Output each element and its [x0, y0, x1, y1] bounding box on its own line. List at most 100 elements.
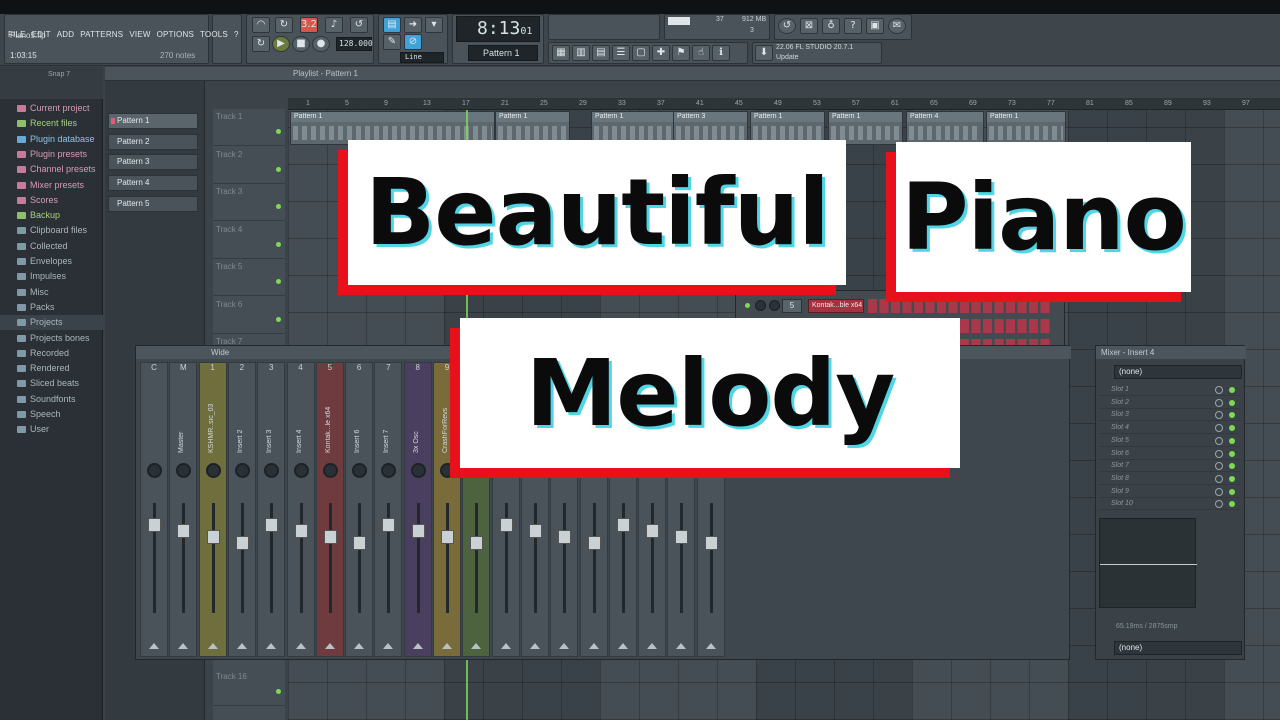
help-icon[interactable]: ? — [844, 18, 862, 34]
mixer-strip[interactable]: 3 Insert 3 — [257, 362, 286, 657]
volume-fader-track[interactable] — [709, 503, 713, 613]
snap-select[interactable]: Line — [400, 52, 444, 63]
channel-row[interactable]: 5 Kontak...ble x64 — [740, 297, 1056, 315]
channel-name-button[interactable]: Kontak...ble x64 — [808, 299, 864, 313]
route-arrow-icon[interactable] — [617, 643, 628, 649]
effect-slot[interactable]: Slot 5 — [1099, 435, 1241, 447]
pan-knob[interactable] — [410, 463, 426, 478]
track-enabled-led[interactable] — [276, 204, 281, 209]
channel-led[interactable] — [745, 303, 750, 308]
volume-fader-track[interactable] — [592, 503, 596, 613]
volume-fader-track[interactable] — [651, 503, 655, 613]
menu-item-options[interactable]: OPTIONS — [157, 30, 194, 42]
playlist-icon[interactable]: ▦ — [552, 45, 570, 61]
track-enabled-led[interactable] — [276, 129, 281, 134]
pan-knob[interactable] — [264, 463, 280, 478]
volume-fader-handle[interactable] — [616, 518, 630, 532]
mixer-strip[interactable]: 5 Kontak...le x64 — [315, 362, 344, 657]
slot-mix-knob[interactable] — [1215, 398, 1223, 407]
browser-item[interactable]: Channel presets — [0, 162, 103, 177]
play-button[interactable]: ▶ — [272, 36, 290, 52]
track-header[interactable]: Track 4 — [213, 222, 285, 259]
browser-item[interactable]: Speech — [0, 407, 103, 422]
menu-item-help[interactable]: ? — [234, 30, 239, 42]
slot-mix-knob[interactable] — [1215, 386, 1223, 394]
pattern-song-icon[interactable]: ◠ — [252, 17, 270, 33]
track-enabled-led[interactable] — [276, 689, 281, 694]
route-arrow-icon[interactable] — [705, 643, 716, 649]
channel-route[interactable]: 5 — [782, 299, 802, 313]
mixer-strip[interactable]: 4 Insert 4 — [286, 362, 315, 657]
route-arrow-icon[interactable] — [236, 643, 247, 649]
news-action[interactable]: Update — [776, 54, 799, 61]
route-arrow-icon[interactable] — [354, 643, 365, 649]
browser-item[interactable]: Projects — [0, 315, 103, 331]
plugin-picker-icon[interactable]: ✚ — [652, 45, 670, 61]
slot-enable-led[interactable] — [1229, 501, 1235, 508]
effect-slot[interactable]: Slot 8 — [1099, 473, 1241, 485]
volume-fader-handle[interactable] — [675, 530, 689, 544]
browser-item[interactable]: Sliced beats — [0, 376, 103, 391]
menu-item-patterns[interactable]: PATTERNS — [80, 30, 123, 42]
browser-item[interactable]: User — [0, 422, 103, 437]
route-arrow-icon[interactable] — [149, 643, 159, 649]
slot-mix-knob[interactable] — [1215, 436, 1223, 445]
link-icon[interactable]: ⊘ — [404, 34, 422, 50]
volume-fader-track[interactable] — [475, 503, 479, 613]
slot-mix-knob[interactable] — [1215, 487, 1223, 496]
slot-enable-led[interactable] — [1229, 387, 1235, 393]
pattern-item[interactable]: Pattern 3 — [108, 154, 198, 171]
effect-slot[interactable]: Slot 2 — [1099, 397, 1241, 409]
browser-item[interactable]: Plugin database — [0, 132, 103, 147]
pan-knob[interactable] — [352, 463, 368, 478]
volume-fader-handle[interactable] — [294, 524, 308, 538]
volume-fader-handle[interactable] — [235, 536, 249, 550]
volume-fader-track[interactable] — [328, 503, 332, 613]
pan-knob[interactable] — [322, 463, 338, 478]
effect-slot[interactable]: Slot 3 — [1099, 409, 1241, 422]
volume-fader-handle[interactable] — [177, 524, 191, 538]
pan-knob[interactable] — [147, 463, 162, 478]
pan-knob[interactable] — [205, 463, 221, 478]
volume-fader-track[interactable] — [533, 503, 537, 613]
render-icon[interactable]: ▣ — [866, 18, 884, 34]
save-icon[interactable]: ⊠ — [800, 18, 818, 34]
menu-item-edit[interactable]: EDIT — [32, 30, 51, 42]
slot-mix-knob[interactable] — [1215, 474, 1223, 483]
arrow-icon[interactable]: ➜ — [404, 17, 422, 33]
browser-item[interactable]: Clipboard files — [0, 223, 103, 238]
metronome-icon[interactable]: ♪ — [325, 17, 343, 33]
menu-item-tools[interactable]: TOOLS — [200, 30, 228, 42]
route-arrow-icon[interactable] — [207, 643, 218, 649]
typing-keyboard-icon[interactable]: ▤ — [383, 17, 401, 33]
browser-item[interactable]: Impulses — [0, 269, 103, 284]
browser-item[interactable]: Projects bones — [0, 331, 103, 346]
mixer-strip[interactable]: M Master — [169, 362, 198, 657]
track-header[interactable]: Track 2 — [213, 147, 285, 184]
track-enabled-led[interactable] — [276, 241, 281, 247]
route-arrow-icon[interactable] — [383, 643, 394, 649]
browser-item[interactable]: Scores — [0, 193, 103, 208]
mixer-strip[interactable]: C — [140, 362, 168, 657]
loop-icon[interactable]: ↻ — [275, 17, 293, 33]
slot-mix-knob[interactable] — [1215, 411, 1223, 420]
volume-fader-handle[interactable] — [411, 524, 425, 538]
channel-volume-knob[interactable] — [769, 300, 780, 311]
slot-mix-knob[interactable] — [1215, 424, 1223, 433]
volume-fader-track[interactable] — [299, 503, 303, 613]
route-arrow-icon[interactable] — [471, 643, 482, 649]
volume-fader-handle[interactable] — [148, 518, 161, 532]
tempo-display[interactable]: 128.000 — [336, 37, 373, 51]
mixer-strip[interactable]: 7 Insert 7 — [374, 362, 403, 657]
menu-item-view[interactable]: VIEW — [129, 30, 150, 42]
volume-fader-handle[interactable] — [587, 536, 601, 550]
route-arrow-icon[interactable] — [266, 643, 277, 649]
track-enabled-led[interactable] — [276, 316, 281, 322]
record-button[interactable]: ● — [312, 36, 330, 52]
pan-knob[interactable] — [293, 463, 309, 478]
chat-icon[interactable]: ✉ — [888, 18, 906, 34]
volume-fader-handle[interactable] — [206, 530, 220, 544]
route-arrow-icon[interactable] — [412, 643, 423, 649]
timeline-ruler[interactable]: 1 5 9 13 17 21 25 29 33 37 41 45 49 53 57 61 65 69 73 77 81 8… — [288, 98, 1280, 110]
volume-fader-handle[interactable] — [382, 518, 396, 532]
